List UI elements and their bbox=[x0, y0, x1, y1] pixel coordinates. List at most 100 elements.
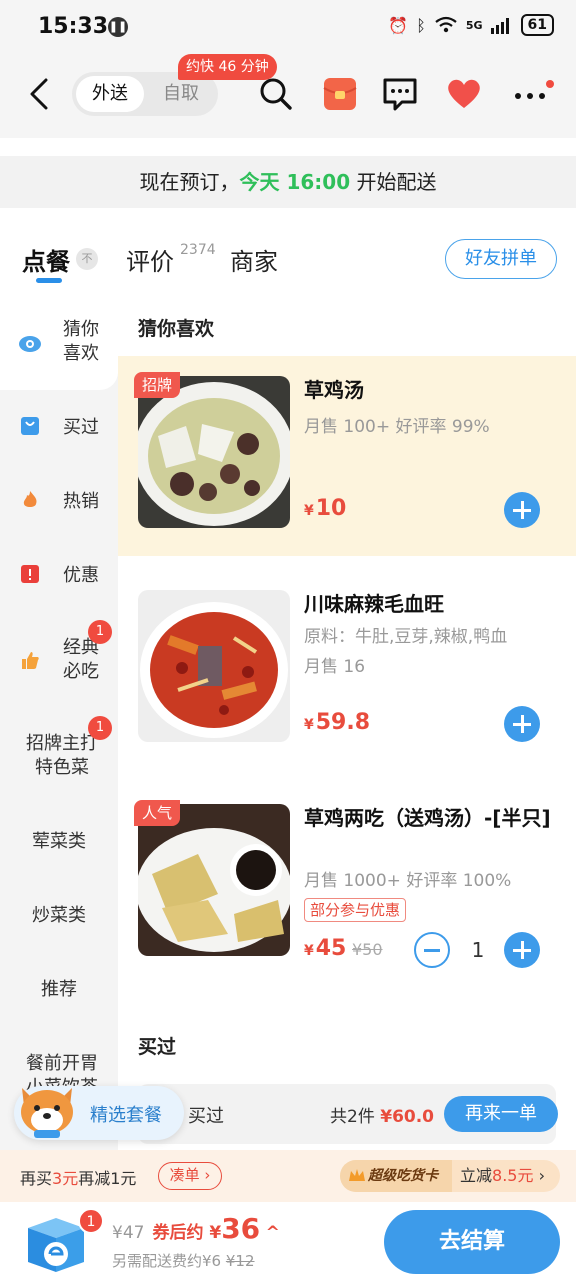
sidebar-label: 炒菜类 bbox=[32, 905, 86, 926]
reorder-amount: ¥60.0 bbox=[380, 1107, 435, 1127]
status-icons: ⏰ ᛒ 5G 61 bbox=[388, 14, 554, 36]
dish-card[interactable]: 招牌 草鸡汤 月售 100+ 好评率 99% ¥10 bbox=[118, 356, 576, 556]
sidebar-item-discount[interactable]: 优惠 bbox=[0, 538, 118, 612]
after-coupon-label: 券后约 ¥ bbox=[152, 1223, 222, 1243]
promo-text: 再买3元再减1元 bbox=[20, 1165, 136, 1189]
delivery-fee-original: ¥12 bbox=[225, 1252, 255, 1270]
chevron-up-icon[interactable]: ^ bbox=[266, 1223, 280, 1243]
dish-meta: 月售 16 bbox=[304, 657, 366, 677]
sidebar-label: 买过 bbox=[63, 417, 99, 438]
battery-indicator: 61 bbox=[520, 14, 554, 36]
add-button[interactable] bbox=[504, 706, 540, 742]
tab-order[interactable]: 点餐 bbox=[22, 242, 70, 277]
super-card-promo[interactable]: 超级吃货卡 立减8.5元 › bbox=[340, 1160, 560, 1192]
preorder-time: 今天 16:00 bbox=[239, 170, 351, 194]
sidebar-item-signature[interactable]: 招牌主打特色菜 1 bbox=[0, 708, 118, 804]
group-order-button[interactable]: 好友拼单 bbox=[445, 239, 557, 279]
mode-delivery[interactable]: 外送 bbox=[76, 76, 144, 112]
maoxuewang-image bbox=[138, 590, 290, 742]
search-icon bbox=[260, 78, 292, 110]
add-button[interactable] bbox=[504, 932, 540, 968]
nav-bar: 外送 自取 约快 46 分钟 bbox=[0, 54, 576, 138]
pin-icon[interactable]: 不 bbox=[76, 248, 98, 270]
tab-merchant[interactable]: 商家 bbox=[230, 242, 278, 277]
dish-image[interactable] bbox=[138, 590, 290, 742]
thumbs-up-icon bbox=[22, 652, 39, 669]
back-button[interactable] bbox=[28, 74, 60, 114]
sidebar-label: 猜你喜欢 bbox=[63, 319, 99, 364]
chat-bubble-icon bbox=[383, 78, 417, 111]
decrease-button[interactable] bbox=[414, 932, 450, 968]
crown-icon bbox=[349, 1169, 365, 1181]
delivery-fee: 另需配送费约¥6 bbox=[112, 1252, 222, 1270]
signal-icon bbox=[490, 18, 509, 34]
dish-ingredients: 原料：牛肚,豆芽,辣椒,鸭血 bbox=[304, 627, 508, 647]
reorder-button[interactable]: 再来一单 bbox=[444, 1096, 558, 1132]
red-packet-icon bbox=[323, 78, 357, 110]
dish-meta: 月售 100+ 好评率 99% bbox=[304, 417, 490, 437]
dish-price: ¥10 bbox=[304, 496, 346, 521]
favorite-button[interactable] bbox=[444, 74, 484, 114]
more-dots-icon bbox=[515, 80, 554, 99]
dish-tag: 招牌 bbox=[134, 372, 181, 398]
reorder-count: 共2件 bbox=[330, 1107, 375, 1127]
price-value: 59.8 bbox=[315, 710, 371, 735]
reorder-label: 买过 bbox=[188, 1106, 224, 1127]
status-time: 15:33 bbox=[38, 14, 109, 39]
price-value: 45 bbox=[315, 936, 347, 961]
message-button[interactable] bbox=[380, 74, 420, 114]
preorder-suffix: 开始配送 bbox=[356, 170, 437, 194]
wifi-icon bbox=[435, 16, 457, 33]
dish-name: 草鸡两吃（送鸡汤）-[半只] bbox=[304, 806, 551, 830]
promo-bar: 再买3元再减1元 凑单 › 超级吃货卡 立减8.5元 › bbox=[0, 1150, 576, 1202]
reorder-card: 买过 共2件 ¥60.0 再来一单 bbox=[138, 1084, 558, 1144]
add-on-button[interactable]: 凑单 › bbox=[158, 1162, 222, 1190]
price-symbol: ¥ bbox=[304, 717, 314, 733]
sidebar-label: 荤菜类 bbox=[32, 831, 86, 852]
red-packet-button[interactable] bbox=[320, 74, 360, 114]
bag-icon bbox=[21, 417, 39, 435]
review-count: 2374 bbox=[180, 242, 216, 258]
sidebar-item-hot[interactable]: 热销 bbox=[0, 464, 118, 538]
sidebar-item-meat[interactable]: 荤菜类 bbox=[0, 804, 118, 878]
super-card-discount: 立减8.5元 › bbox=[460, 1160, 545, 1192]
category-sidebar: 猜你喜欢 买过 热销 优惠 经典必吃 1 招牌主打特色菜 1 荤菜类 炒菜类 推… bbox=[0, 300, 118, 1180]
search-button[interactable] bbox=[256, 74, 296, 114]
sidebar-item-classic[interactable]: 经典必吃 1 bbox=[0, 612, 118, 708]
promo-amount: 3元 bbox=[52, 1169, 79, 1188]
eye-icon bbox=[19, 336, 41, 352]
combo-label: 精选套餐 bbox=[90, 1105, 162, 1126]
menu-list: 猜你喜欢 招牌 草鸡汤 月售 100+ 好评率 99% ¥10 川味麻辣毛血旺 … bbox=[118, 300, 576, 1180]
original-total: ¥47 bbox=[112, 1223, 145, 1243]
total-line: ¥47 券后约 ¥36 ^ bbox=[112, 1212, 280, 1245]
dish-name: 川味麻辣毛血旺 bbox=[304, 592, 444, 616]
alarm-icon: ⏰ bbox=[388, 15, 409, 35]
dish-card[interactable]: 人气 草鸡两吃（送鸡汤）-[半只] 月售 1000+ 好评率 100% 部分参与… bbox=[118, 784, 576, 1004]
dish-card[interactable]: 川味麻辣毛血旺 原料：牛肚,豆芽,辣椒,鸭血 月售 16 ¥59.8 bbox=[118, 570, 576, 770]
chevron-right-icon: › bbox=[538, 1166, 545, 1185]
tab-reviews[interactable]: 评价 bbox=[126, 242, 174, 277]
card-amount: 8.5元 bbox=[492, 1166, 534, 1185]
back-arrow-icon bbox=[30, 78, 48, 110]
quantity: 1 bbox=[471, 938, 485, 962]
delivery-fee-line: 另需配送费约¥6 ¥12 bbox=[112, 1250, 255, 1271]
sidebar-item-bought[interactable]: 买过 bbox=[0, 390, 118, 464]
add-button[interactable] bbox=[504, 492, 540, 528]
price-symbol: ¥ bbox=[304, 943, 314, 959]
sidebar-item-guess[interactable]: 猜你喜欢 bbox=[0, 300, 118, 390]
sidebar-item-recommend[interactable]: 推荐 bbox=[0, 952, 118, 1026]
dish-image[interactable] bbox=[138, 376, 290, 528]
card-text: 立减 bbox=[460, 1166, 493, 1185]
sidebar-label: 优惠 bbox=[63, 565, 99, 586]
tab-underline bbox=[36, 278, 62, 283]
more-button[interactable] bbox=[510, 74, 554, 114]
checkout-button[interactable]: 去结算 bbox=[384, 1210, 560, 1274]
dish-image[interactable] bbox=[138, 804, 290, 956]
sidebar-item-stirfry[interactable]: 炒菜类 bbox=[0, 878, 118, 952]
network-label: 5G bbox=[465, 18, 483, 32]
section-title-guess: 猜你喜欢 bbox=[138, 318, 215, 340]
chicken-soup-image bbox=[138, 376, 290, 528]
mode-pickup[interactable]: 自取 bbox=[148, 76, 214, 112]
checkout-bar: 1 ¥47 券后约 ¥36 ^ 另需配送费约¥6 ¥12 去结算 bbox=[0, 1202, 576, 1280]
sidebar-label: 招牌主打特色菜 bbox=[26, 733, 98, 778]
